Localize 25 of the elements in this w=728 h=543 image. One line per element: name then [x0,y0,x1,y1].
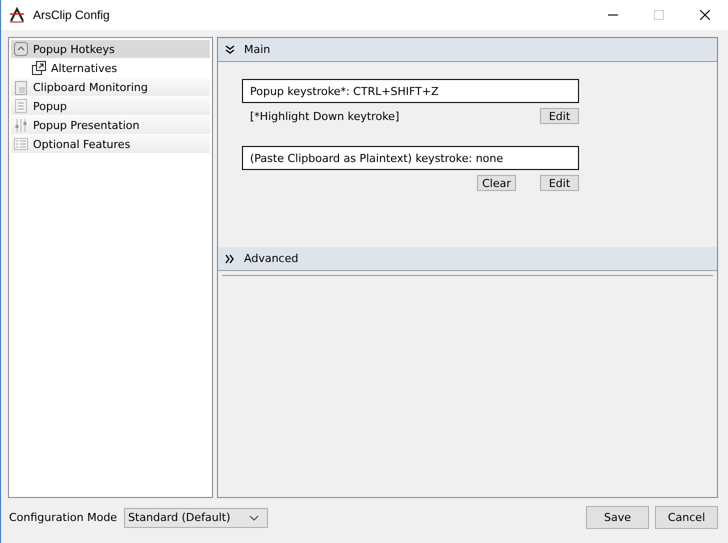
action-button[interactable]: Edit [540,108,579,124]
mode-label: Configuration Mode [9,511,118,524]
action-button[interactable]: Clear [477,175,516,191]
dialog-button[interactable]: Cancel [655,506,718,529]
keystroke-field: Popup keystroke*: CTRL+SHIFT+Z [242,79,579,103]
action-button[interactable]: Edit [540,175,579,191]
chevron-down-icon [225,44,235,54]
section-header[interactable]: Main [218,38,717,62]
maximize-icon [654,10,664,20]
mode-dropdown[interactable]: Standard (Default) [124,508,268,528]
hint-text: [*Highlight Down keytroke] [249,110,400,122]
dropdown-caret-icon [249,514,260,520]
tree-item[interactable]: Popup Presentation [11,116,210,135]
window-title: ArsClip Config [33,8,110,22]
dialog-button[interactable]: Save [586,506,649,529]
chevron-right-icon [225,254,235,264]
tree-item[interactable]: Popup Hotkeys [11,40,210,59]
keystroke-field: (Paste Clipboard as Plaintext) keystroke: none [242,146,579,170]
tree-item[interactable]: Clipboard Monitoring [11,78,210,97]
external-link-icon [31,60,47,76]
app-logo-icon [9,7,25,23]
close-icon [700,10,710,20]
tree-item[interactable]: Optional Features [11,135,210,154]
section-header[interactable]: Advanced [218,247,717,271]
tree-item[interactable]: Popup [11,97,210,116]
